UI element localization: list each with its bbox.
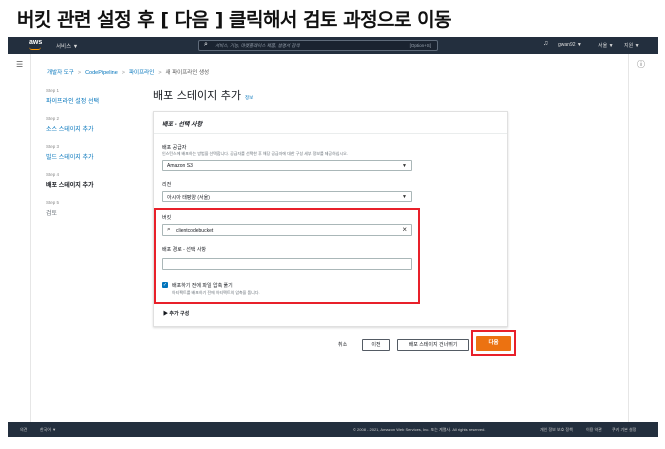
bell-icon[interactable]: ♫ bbox=[543, 40, 548, 47]
step-number: Step 3 bbox=[46, 144, 60, 149]
step-number: Step 5 bbox=[46, 200, 60, 205]
provider-select-value: Amazon S3 bbox=[167, 163, 193, 169]
step-label[interactable]: 파이프라인 설정 선택 bbox=[46, 96, 136, 105]
breadcrumb-separator: > bbox=[158, 70, 162, 76]
aws-logo-smile bbox=[29, 47, 41, 50]
feedback-link[interactable]: 의견 bbox=[20, 427, 27, 433]
aws-logo[interactable]: aws bbox=[29, 39, 42, 46]
caret-down-icon: ▼ bbox=[402, 194, 407, 200]
step-label: 검토 bbox=[46, 211, 58, 217]
breadcrumb: 개발자 도구 > CodePipeline > 파이프라인 > 새 파이프라인 생성 bbox=[47, 68, 209, 76]
breadcrumb-current: 새 파이프라인 생성 bbox=[165, 70, 210, 76]
advanced-config-toggle[interactable]: ▶ 추가 구성 bbox=[163, 310, 189, 317]
cancel-button[interactable]: 취소 bbox=[338, 341, 347, 348]
terms-link[interactable]: 이용 약관 bbox=[586, 427, 602, 433]
tutorial-heading: 버킷 관련 설정 후 [ 다음 ] 클릭해서 검토 과정으로 이동 bbox=[17, 9, 452, 31]
page-title-text: 배포 스테이지 추가 bbox=[153, 89, 241, 102]
side-divider bbox=[30, 54, 31, 422]
step-number: Step 1 bbox=[46, 88, 60, 93]
caret-down-icon: ▼ bbox=[402, 163, 407, 169]
region-label: 리전 bbox=[162, 182, 172, 188]
provider-select[interactable]: Amazon S3 ▼ bbox=[162, 160, 412, 171]
screenshot-root: 버킷 관련 설정 후 [ 다음 ] 클릭해서 검토 과정으로 이동 aws 서비… bbox=[0, 0, 665, 449]
services-menu[interactable]: 서비스 ▼ bbox=[56, 42, 78, 50]
step-label: 배포 스테이지 추가 bbox=[46, 183, 94, 189]
search-icon: ⌕ bbox=[204, 41, 208, 48]
breadcrumb-developer-tools[interactable]: 개발자 도구 bbox=[47, 70, 74, 76]
step-2[interactable]: Step 2 소스 스테이지 추가 bbox=[46, 116, 136, 144]
user-menu[interactable]: gwan92 ▼ bbox=[558, 42, 582, 48]
step-label[interactable]: 소스 스테이지 추가 bbox=[46, 124, 136, 133]
skip-deploy-button[interactable]: 배포 스테이지 건너뛰기 bbox=[397, 339, 469, 351]
top-nav-bar: aws 서비스 ▼ ⌕ 서비스, 기능, 마켓플레이스 제품, 설명서 검색 [… bbox=[8, 37, 658, 54]
provider-label: 배포 공급자 bbox=[162, 145, 187, 151]
search-shortcut: [Option+S] bbox=[409, 43, 431, 48]
step-label[interactable]: 빌드 스테이지 추가 bbox=[46, 152, 136, 161]
breadcrumb-pipelines[interactable]: 파이프라인 bbox=[129, 70, 154, 76]
support-menu[interactable]: 지원 ▼ bbox=[624, 42, 640, 49]
bucket-settings-highlight bbox=[154, 208, 420, 304]
step-4: Step 4 배포 스테이지 추가 bbox=[46, 172, 136, 200]
breadcrumb-codepipeline[interactable]: CodePipeline bbox=[85, 70, 118, 76]
step-number: Step 4 bbox=[46, 172, 60, 177]
language-selector[interactable]: 한국어 ▼ bbox=[40, 427, 56, 433]
panel-header: 배포 - 선택 사항 bbox=[154, 112, 507, 134]
panel-title: 배포 - 선택 사항 bbox=[162, 122, 203, 128]
search-box[interactable]: ⌕ 서비스, 기능, 마켓플레이스 제품, 설명서 검색 [Option+S] bbox=[198, 40, 438, 51]
search-placeholder: 서비스, 기능, 마켓플레이스 제품, 설명서 검색 bbox=[215, 43, 300, 48]
wizard-steps: Step 1 파이프라인 설정 선택 Step 2 소스 스테이지 추가 Ste… bbox=[46, 88, 136, 228]
info-icon[interactable]: ⓘ bbox=[637, 59, 645, 70]
privacy-link[interactable]: 개인 정보 보호 정책 bbox=[540, 427, 573, 433]
breadcrumb-separator: > bbox=[121, 70, 125, 76]
step-number: Step 2 bbox=[46, 116, 60, 121]
copyright: © 2008 - 2021, Amazon Web Services, Inc.… bbox=[353, 427, 486, 432]
provider-description: 인스턴스에 배포하는 방법을 선택합니다. 공급자를 선택한 후 해당 공급자에… bbox=[162, 151, 348, 156]
region-select-value: 아시아 태평양 (서울) bbox=[167, 195, 210, 201]
previous-button[interactable]: 이전 bbox=[362, 339, 390, 351]
cookie-settings-link[interactable]: 쿠키 기본 설정 bbox=[612, 427, 636, 433]
menu-icon[interactable]: ☰ bbox=[16, 60, 23, 69]
region-select[interactable]: 아시아 태평양 (서울) ▼ bbox=[162, 191, 412, 202]
page-title: 배포 스테이지 추가정보 bbox=[153, 87, 253, 103]
info-link[interactable]: 정보 bbox=[245, 96, 253, 101]
side-divider-right bbox=[628, 54, 629, 422]
next-button-highlight bbox=[471, 330, 516, 356]
footer: 의견 한국어 ▼ © 2008 - 2021, Amazon Web Servi… bbox=[8, 422, 658, 437]
step-1[interactable]: Step 1 파이프라인 설정 선택 bbox=[46, 88, 136, 116]
region-menu[interactable]: 서울 ▼ bbox=[598, 42, 614, 49]
breadcrumb-separator: > bbox=[77, 70, 82, 76]
step-3[interactable]: Step 3 빌드 스테이지 추가 bbox=[46, 144, 136, 172]
step-5: Step 5 검토 bbox=[46, 200, 136, 228]
